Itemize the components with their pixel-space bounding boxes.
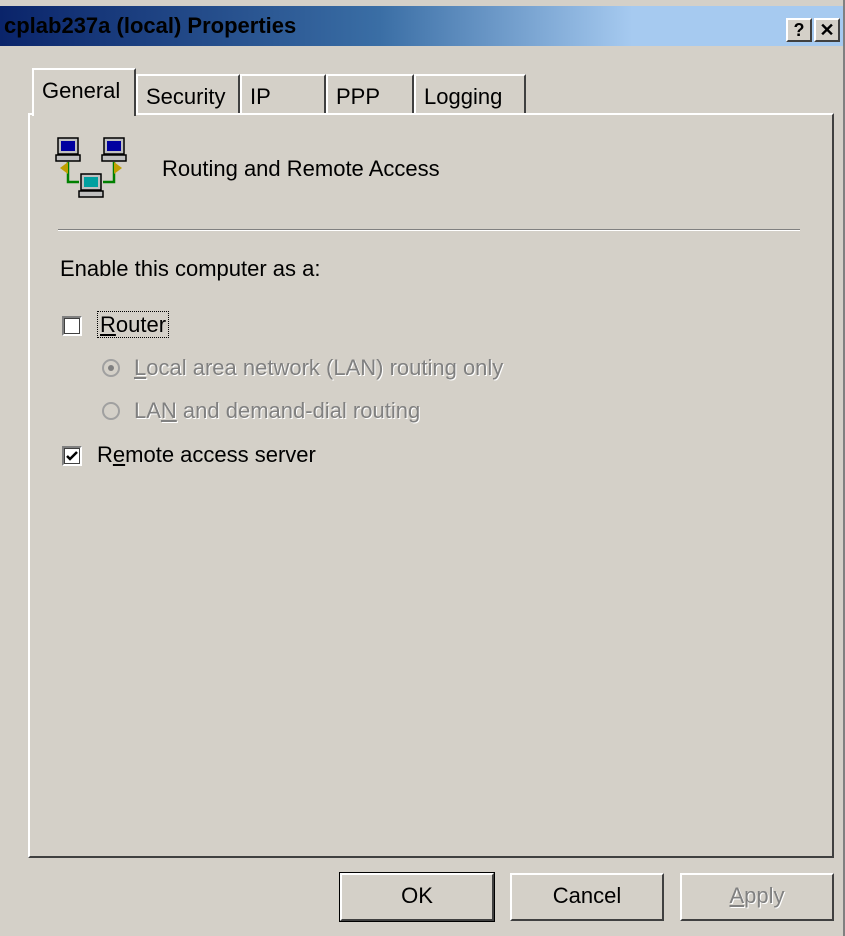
lan-routing-only-radio[interactable]: [102, 359, 120, 377]
apply-button[interactable]: Apply: [680, 873, 834, 921]
remote-access-label[interactable]: Remote access server: [97, 442, 316, 468]
router-label[interactable]: Router: [97, 311, 170, 338]
network-computers-icon: [52, 134, 130, 206]
lan-routing-only-label[interactable]: Local area network (LAN) routing only: [134, 355, 503, 381]
tab-security[interactable]: Security: [136, 74, 240, 114]
cancel-button[interactable]: Cancel: [510, 873, 664, 921]
tab-general[interactable]: General: [32, 68, 136, 116]
separator: [58, 229, 800, 231]
checkmark-icon: [66, 451, 78, 461]
ok-button[interactable]: OK: [339, 872, 495, 922]
properties-dialog: cplab237a (local) Properties ? ✕ General…: [0, 0, 845, 936]
router-checkbox[interactable]: [62, 316, 82, 336]
close-button[interactable]: ✕: [814, 18, 840, 42]
tab-panel-general: [28, 113, 834, 858]
tab-strip: General Security IP PPP Logging: [0, 68, 845, 116]
close-icon: ✕: [819, 20, 835, 40]
window-title: cplab237a (local) Properties: [4, 13, 297, 38]
service-title: Routing and Remote Access: [162, 156, 440, 181]
lan-demand-dial-radio[interactable]: [102, 402, 120, 420]
title-bar[interactable]: cplab237a (local) Properties ? ✕: [0, 6, 843, 46]
tab-logging[interactable]: Logging: [414, 74, 526, 114]
enable-as-label: Enable this computer as a:: [60, 256, 321, 281]
tab-ppp[interactable]: PPP: [326, 74, 414, 114]
radio-selected-dot: [108, 365, 114, 371]
remote-access-checkbox[interactable]: [62, 446, 82, 466]
tab-ip[interactable]: IP: [240, 74, 326, 114]
lan-demand-dial-label[interactable]: LAN and demand-dial routing: [134, 398, 420, 424]
help-button[interactable]: ?: [786, 18, 812, 42]
